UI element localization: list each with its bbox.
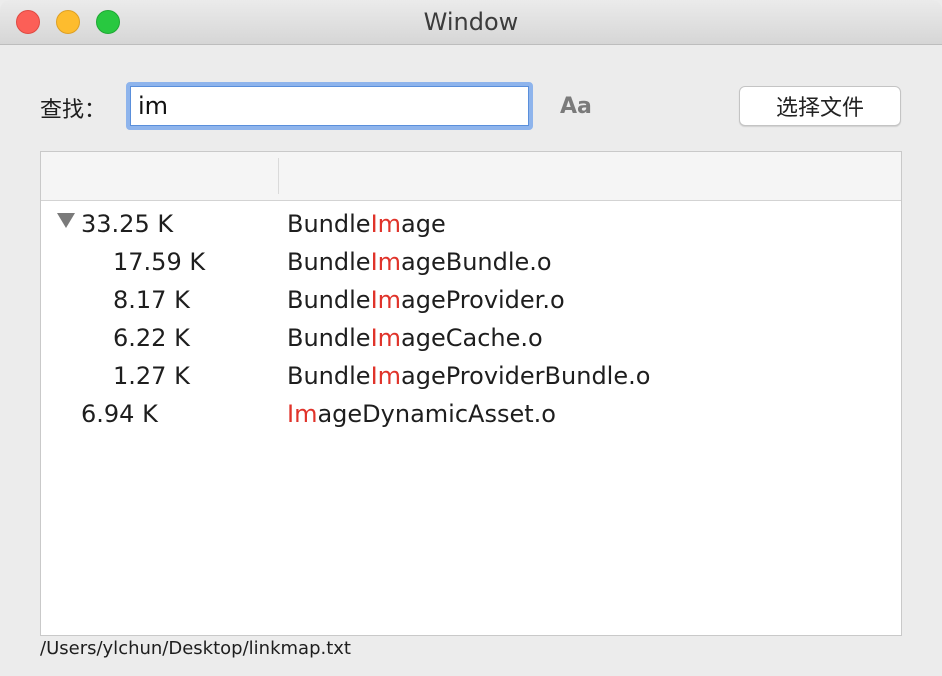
search-label: 查找： — [40, 98, 107, 123]
name-suffix: age — [401, 210, 446, 238]
table-header — [41, 152, 901, 201]
name-prefix: Bundle — [287, 362, 371, 390]
table-row[interactable]: 6.22 K BundleImageCache.o — [41, 318, 901, 356]
size-cell: 17.59 K — [113, 248, 206, 276]
column-divider[interactable] — [278, 158, 279, 194]
symbol-name-cell: BundleImageProvider.o — [287, 286, 565, 314]
file-path-label: /Users/ylchun/Desktop/linkmap.txt — [40, 638, 351, 659]
app-window: Window 查找： Aa 选择文件 33.25 K BundleImage 1… — [0, 0, 942, 676]
name-suffix: ageProvider.o — [401, 286, 565, 314]
name-suffix: ageBundle.o — [401, 248, 552, 276]
size-cell: 8.17 K — [113, 286, 190, 314]
results-outline-view[interactable]: 33.25 K BundleImage 17.59 K BundleImageB… — [40, 151, 902, 636]
name-prefix: Bundle — [287, 210, 371, 238]
name-prefix: Bundle — [287, 248, 371, 276]
table-row[interactable]: 8.17 K BundleImageProvider.o — [41, 280, 901, 318]
name-match-highlight: Im — [370, 324, 402, 352]
symbol-name-cell: BundleImage — [287, 210, 446, 238]
name-match-highlight: Im — [287, 400, 318, 428]
choose-file-button[interactable]: 选择文件 — [739, 86, 901, 126]
name-suffix: ageProviderBundle.o — [401, 362, 651, 390]
name-match-highlight: Im — [370, 286, 402, 314]
name-match-highlight: Im — [370, 248, 402, 276]
symbol-name-cell: BundleImageBundle.o — [287, 248, 552, 276]
name-prefix: Bundle — [287, 324, 371, 352]
title-bar[interactable]: Window — [0, 0, 942, 45]
match-case-toggle[interactable]: Aa — [560, 94, 592, 119]
name-suffix: ageDynamicAsset.o — [317, 400, 556, 428]
table-row[interactable]: 6.94 K ImageDynamicAsset.o — [41, 394, 901, 432]
size-cell: 1.27 K — [113, 362, 190, 390]
table-row[interactable]: 1.27 K BundleImageProviderBundle.o — [41, 356, 901, 394]
symbol-name-cell: ImageDynamicAsset.o — [287, 400, 556, 428]
name-suffix: ageCache.o — [401, 324, 543, 352]
search-input[interactable] — [126, 82, 533, 130]
table-row[interactable]: 17.59 K BundleImageBundle.o — [41, 242, 901, 280]
size-cell: 6.22 K — [113, 324, 190, 352]
symbol-name-cell: BundleImageCache.o — [287, 324, 543, 352]
name-prefix: Bundle — [287, 286, 371, 314]
table-row[interactable]: 33.25 K BundleImage — [41, 204, 901, 242]
window-title: Window — [423, 8, 519, 36]
disclosure-triangle-down-icon[interactable] — [57, 213, 75, 228]
name-match-highlight: Im — [370, 210, 402, 238]
size-cell: 33.25 K — [81, 210, 174, 238]
name-match-highlight: Im — [370, 362, 402, 390]
symbol-name-cell: BundleImageProviderBundle.o — [287, 362, 650, 390]
size-cell: 6.94 K — [81, 400, 158, 428]
